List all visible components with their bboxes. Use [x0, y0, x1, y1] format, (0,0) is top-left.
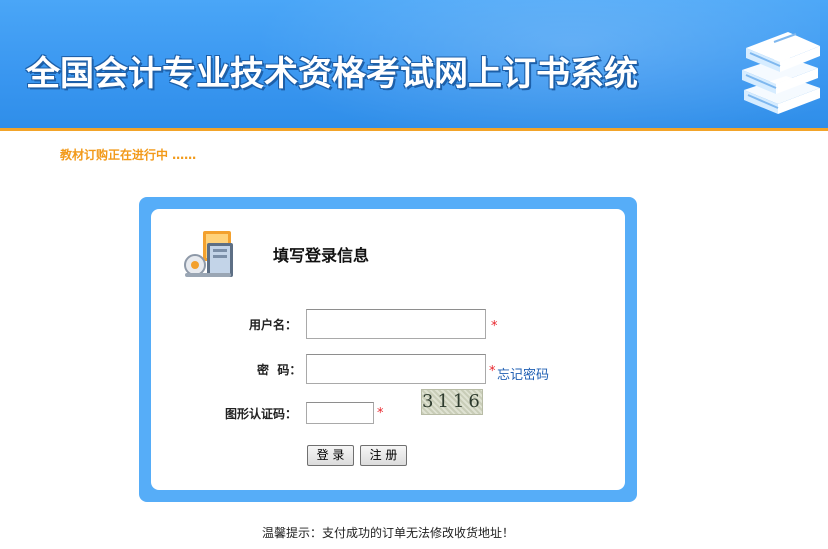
- captcha-label: 图形认证码：: [225, 407, 298, 421]
- site-title: 全国会计专业技术资格考试网上订书系统: [26, 54, 638, 94]
- login-panel: 填写登录信息 用户名： * 密 码： * 忘记密码 图形认证码： * 3116 …: [151, 209, 625, 490]
- username-required-mark: *: [491, 319, 498, 334]
- register-button[interactable]: 注 册: [360, 445, 407, 466]
- forgot-password-link[interactable]: 忘记密码: [497, 364, 549, 383]
- password-required-mark: *: [489, 364, 496, 379]
- login-form-title: 填写登录信息: [273, 246, 370, 265]
- notice-text: 教材订购正在进行中 ……: [60, 148, 197, 162]
- computer-login-icon: [184, 231, 233, 277]
- password-input[interactable]: [306, 354, 486, 384]
- login-button[interactable]: 登 录: [307, 445, 354, 466]
- page: 全国会计专业技术资格考试网上订书系统 教材订购正在进行中 …… 填写登录信息 用…: [0, 0, 828, 549]
- banner-divider: [0, 128, 828, 131]
- username-input[interactable]: [306, 309, 486, 339]
- footer-tip: 温馨提示：支付成功的订单无法修改收货地址！: [261, 526, 514, 540]
- login-panel-frame: 填写登录信息 用户名： * 密 码： * 忘记密码 图形认证码： * 3116 …: [139, 197, 637, 502]
- header-banner: 全国会计专业技术资格考试网上订书系统: [0, 0, 828, 128]
- password-label: 密 码：: [257, 363, 302, 377]
- username-label: 用户名：: [249, 318, 298, 332]
- books-icon: [742, 32, 820, 114]
- captcha-image[interactable]: 3116: [421, 389, 483, 415]
- captcha-required-mark: *: [377, 406, 384, 421]
- captcha-input[interactable]: [306, 402, 374, 424]
